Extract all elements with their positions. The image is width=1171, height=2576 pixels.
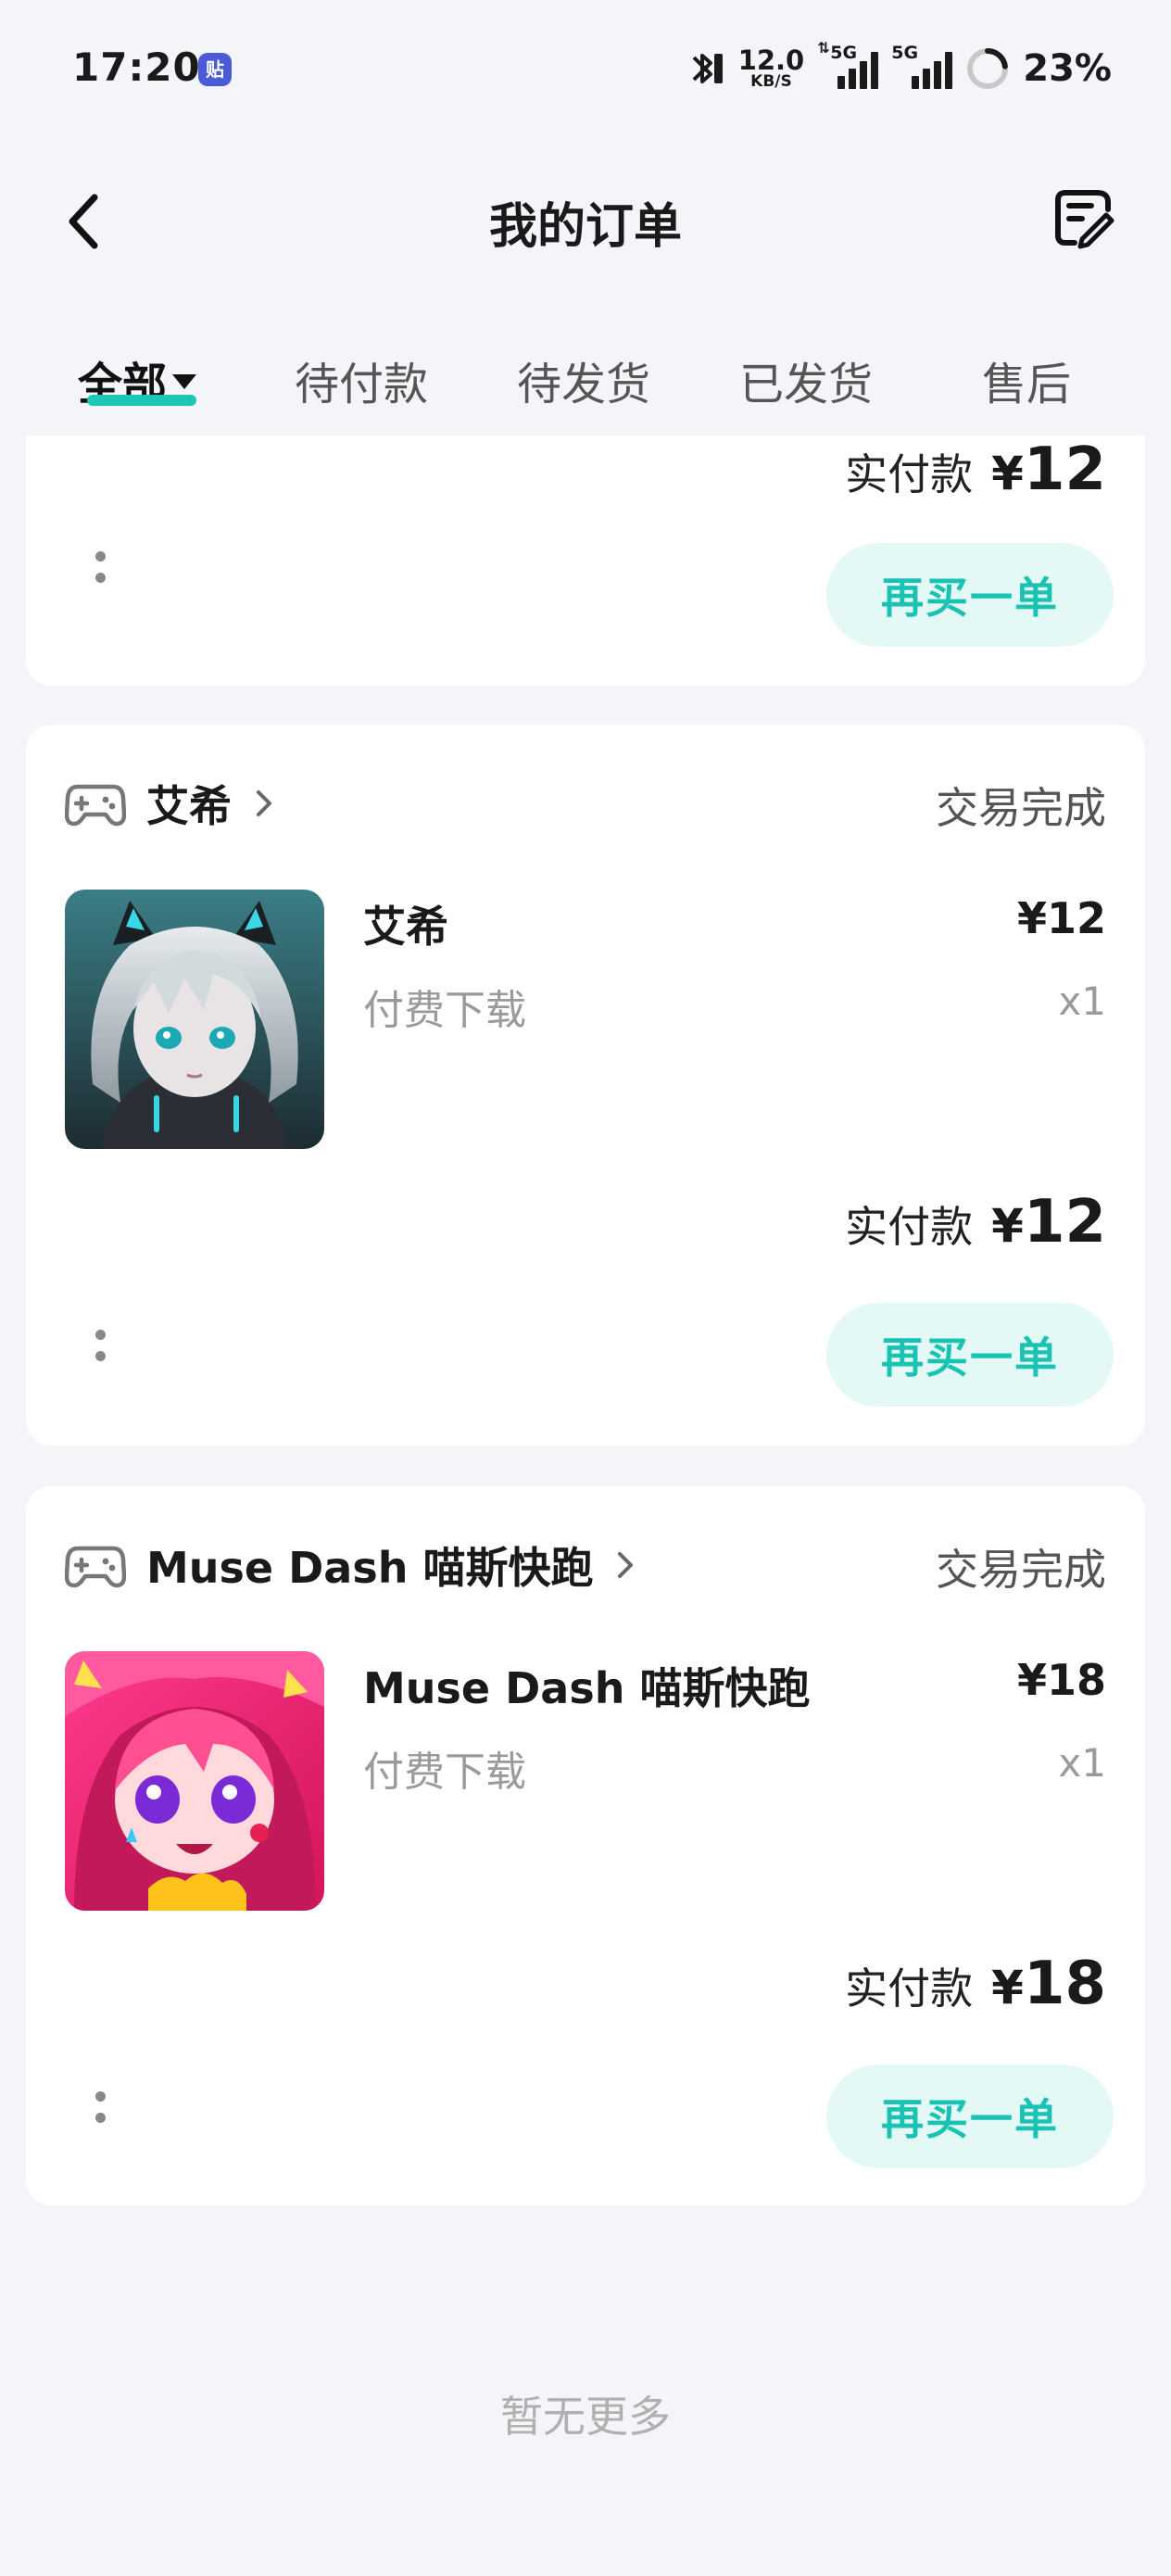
product-quantity: x1 <box>1058 1740 1106 1786</box>
paid-currency: ¥ <box>991 1961 1024 2014</box>
aisha-game-art <box>65 890 324 1149</box>
product-price: ¥18 <box>1016 1655 1106 1705</box>
caret-down-icon <box>172 374 197 389</box>
more-options-button[interactable] <box>82 539 119 595</box>
active-tab-indicator <box>87 395 196 406</box>
dot <box>94 1330 106 1340</box>
product-quantity: x1 <box>1058 979 1106 1024</box>
tab-pending-shipment[interactable]: 待发货 <box>517 347 650 412</box>
order-card: 艾希 交易完成 艾希 付费下载 ¥12 x1 实付款 ¥ 12 再买一单 <box>26 725 1145 1446</box>
tieba-notification-icon: 贴 <box>198 53 232 86</box>
product-price: ¥12 <box>1016 893 1106 943</box>
product-name: Muse Dash 喵斯快跑 <box>363 1663 811 1713</box>
order-edit-button[interactable] <box>1045 180 1121 256</box>
product-image-muse-dash[interactable] <box>65 1651 324 1911</box>
signal-5g-1: ⇅ 5G <box>817 39 879 95</box>
data-arrows-icon: ⇅ <box>817 39 830 57</box>
paid-amount-row: 实付款 ¥ 18 <box>845 1950 1106 2018</box>
order-card: 实付款 ¥ 12 再买一单 <box>26 436 1145 686</box>
signal-bars-icon <box>837 52 879 89</box>
paid-currency: ¥ <box>991 1199 1024 1253</box>
store-link[interactable]: 艾希 <box>65 771 278 836</box>
paid-amount-row: 实付款 ¥ 12 <box>845 436 1106 504</box>
dot <box>94 573 106 583</box>
paid-amount: 12 <box>1023 1188 1106 1256</box>
battery-ring-icon <box>967 48 1009 89</box>
network-speed-unit: KB/S <box>750 72 792 91</box>
tab-pending-payment[interactable]: 待付款 <box>295 347 428 412</box>
more-options-button[interactable] <box>82 2079 119 2135</box>
gamepad-icon <box>65 1546 126 1588</box>
signal-bars-icon <box>912 52 953 89</box>
gamepad-icon <box>65 784 126 827</box>
status-time: 17:20 <box>72 44 201 90</box>
paid-amount-row: 实付款 ¥ 12 <box>845 1188 1106 1256</box>
muse-dash-game-art <box>65 1651 324 1911</box>
dot <box>94 551 106 562</box>
paid-label: 实付款 <box>845 449 974 499</box>
page-title: 我的订单 <box>488 199 682 255</box>
dot <box>94 1351 106 1361</box>
buy-again-button[interactable]: 再买一单 <box>826 2065 1114 2168</box>
status-bar: 17:20 贴 12.0 KB/S ⇅ 5G 5G 23% <box>0 0 1171 139</box>
network-speed-value: 12.0 <box>737 44 805 76</box>
order-tabs: 全部 待付款 待发货 已发货 售后 <box>0 320 1171 440</box>
end-of-list-text: 暂无更多 <box>500 2392 671 2442</box>
tab-shipped[interactable]: 已发货 <box>739 347 873 412</box>
bluetooth-icon <box>692 54 723 83</box>
paid-amount: 18 <box>1023 1950 1106 2018</box>
status-indicators: 12.0 KB/S ⇅ 5G 5G 23% <box>688 39 1112 96</box>
order-card: Muse Dash 喵斯快跑 交易完成 Muse Dash 喵斯快跑 付费下载 … <box>26 1486 1145 2205</box>
product-type: 付费下载 <box>363 1749 526 1796</box>
battery-percent: 23% <box>1023 47 1112 90</box>
page-header: 我的订单 <box>0 139 1171 306</box>
paid-amount: 12 <box>1023 436 1106 504</box>
product-image-aisha[interactable] <box>65 890 324 1149</box>
order-status: 交易完成 <box>936 1545 1106 1595</box>
order-status: 交易完成 <box>936 783 1106 833</box>
network-speed: 12.0 KB/S <box>738 47 805 90</box>
more-options-button[interactable] <box>82 1318 119 1373</box>
buy-again-button[interactable]: 再买一单 <box>826 1303 1114 1407</box>
paid-label: 实付款 <box>845 1202 974 1252</box>
chevron-right-icon <box>257 790 271 816</box>
store-name: Muse Dash 喵斯快跑 <box>146 1543 594 1593</box>
product-type: 付费下载 <box>363 987 526 1034</box>
store-link[interactable]: Muse Dash 喵斯快跑 <box>65 1533 639 1597</box>
dot <box>94 2091 106 2102</box>
buy-again-button[interactable]: 再买一单 <box>826 543 1114 647</box>
signal-5g-2: 5G <box>891 43 953 95</box>
tab-after-sales[interactable]: 售后 <box>982 347 1071 412</box>
chevron-right-icon <box>618 1552 634 1578</box>
store-name: 艾希 <box>146 781 232 831</box>
order-edit-icon <box>1055 190 1114 249</box>
paid-label: 实付款 <box>845 1964 974 2014</box>
product-name: 艾希 <box>363 902 448 952</box>
dot <box>94 2113 106 2123</box>
paid-currency: ¥ <box>991 447 1024 500</box>
